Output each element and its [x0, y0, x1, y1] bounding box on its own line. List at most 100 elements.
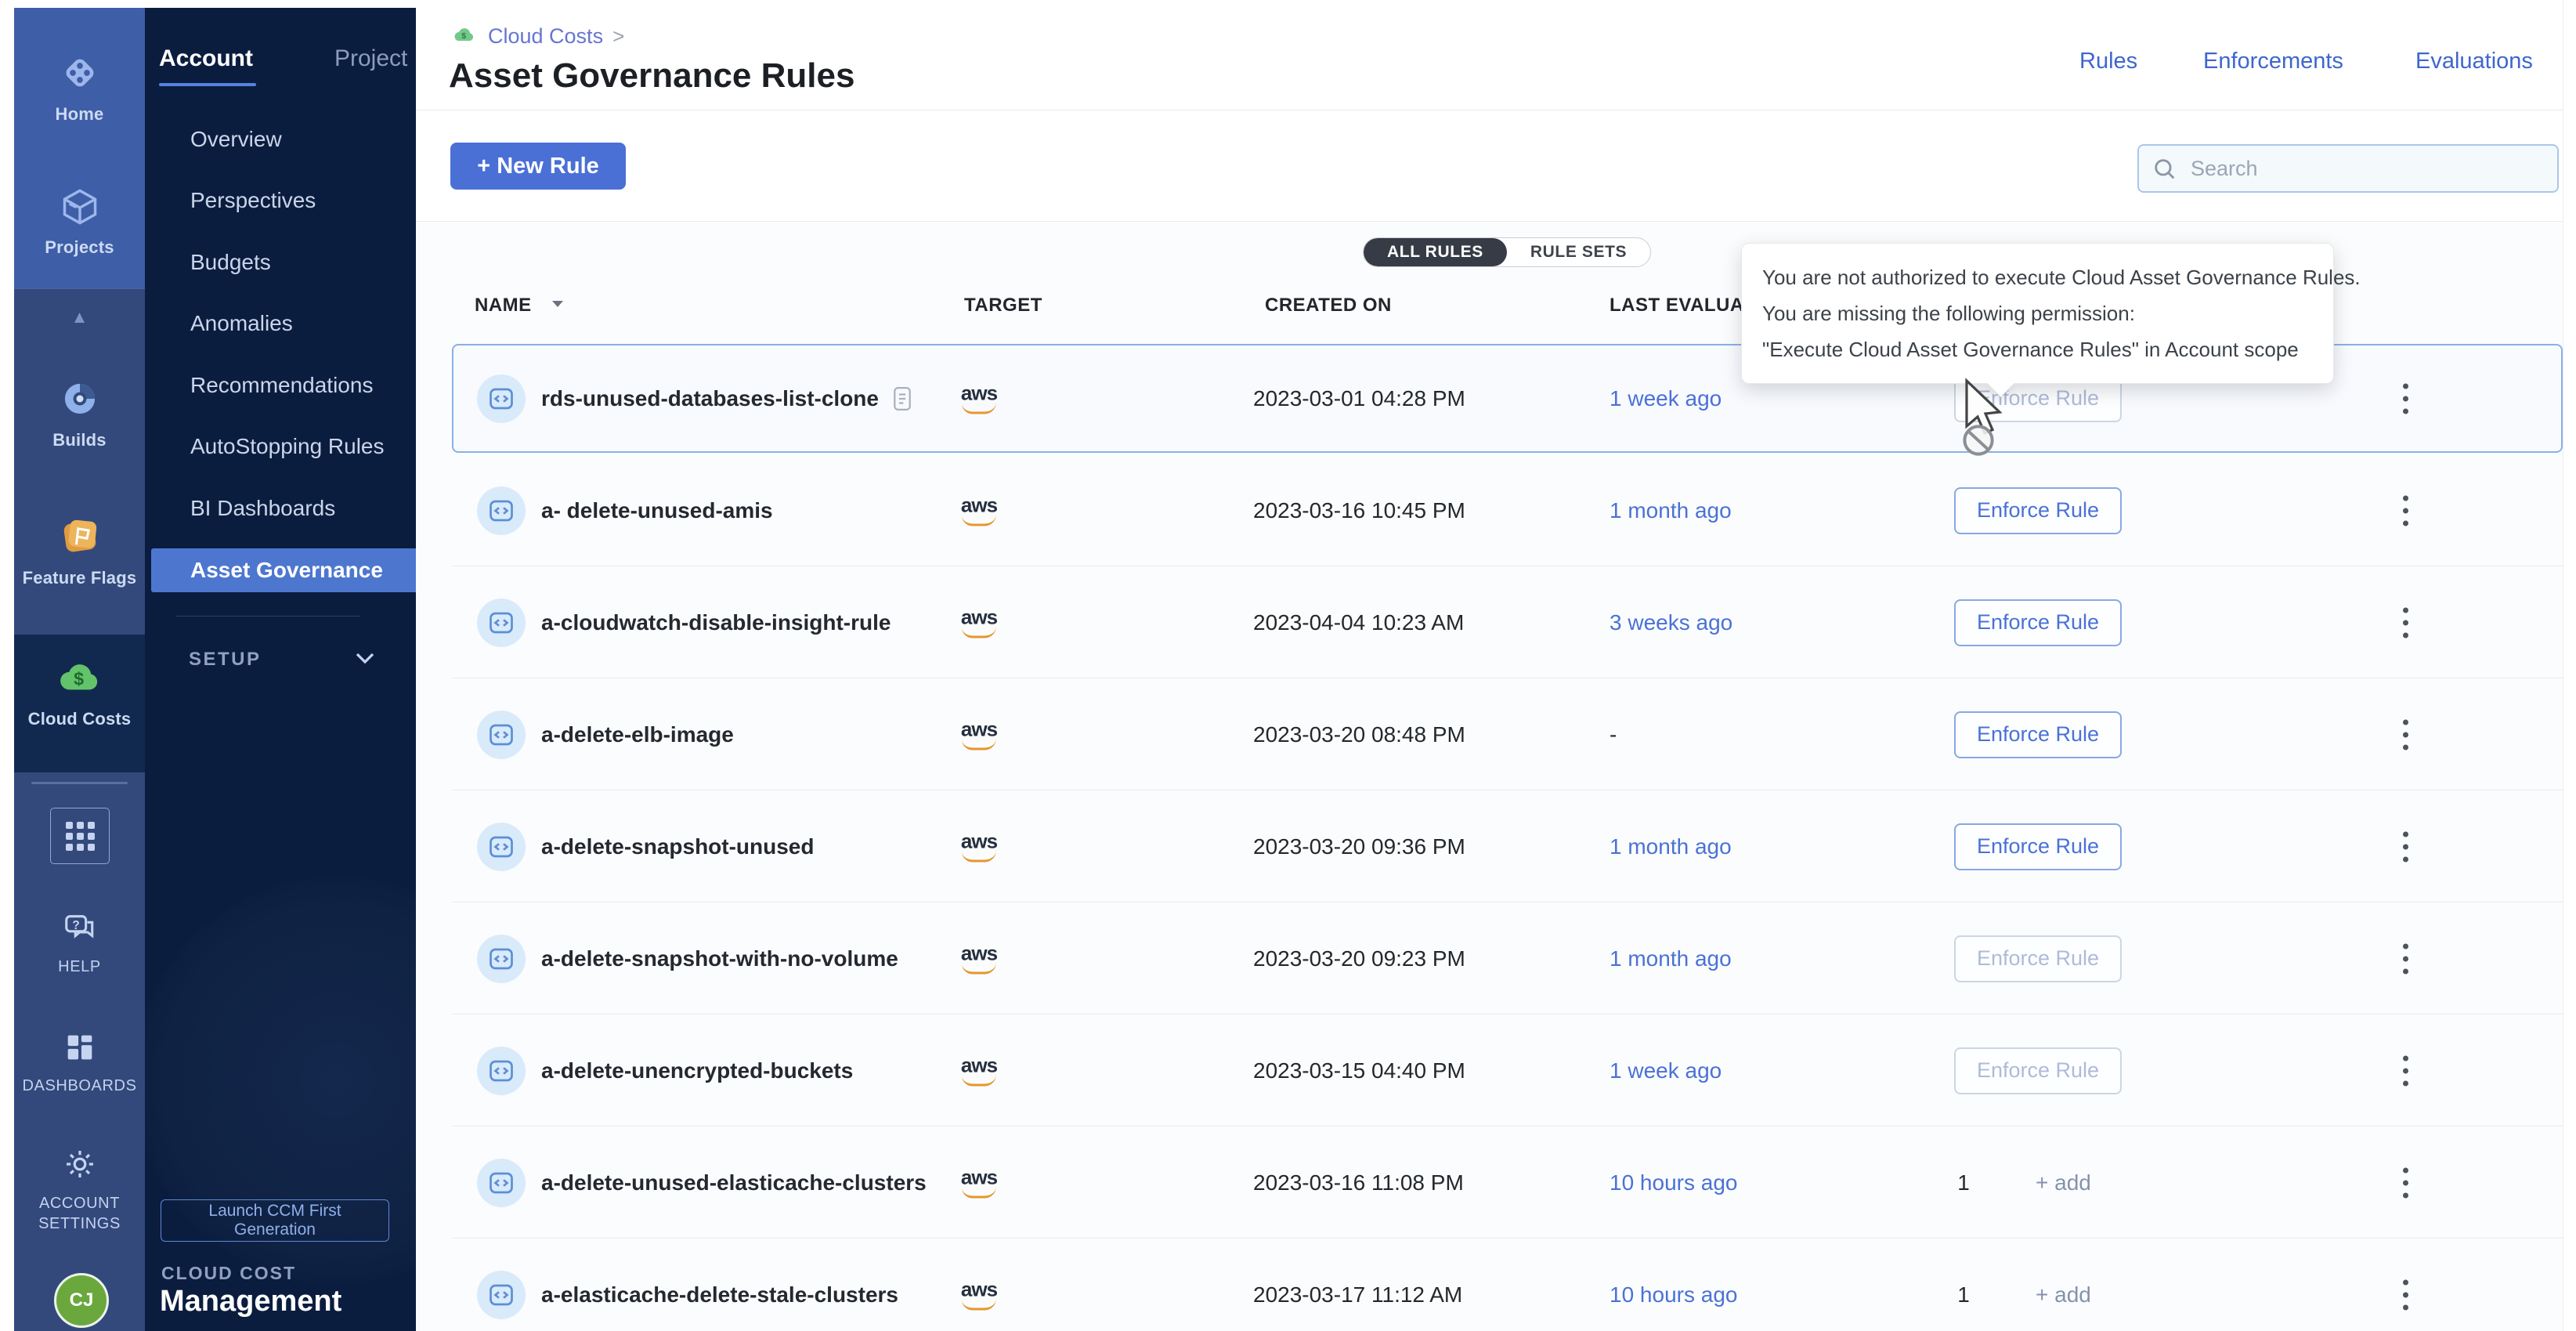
sidebar-item-recommendations[interactable]: Recommendations [145, 363, 416, 407]
enforce-rule-button[interactable]: Enforce Rule [1954, 599, 2122, 646]
setup-section-toggle[interactable]: SETUP [189, 649, 377, 671]
created-on-cell: 2023-03-01 04:28 PM [1253, 386, 1465, 411]
column-header-created-on[interactable]: CREATED ON [1265, 295, 1392, 316]
kebab-menu[interactable] [2390, 607, 2421, 638]
rule-name: a-delete-unused-elasticache-clusters [541, 1170, 927, 1195]
sort-caret-icon[interactable] [551, 298, 565, 309]
table-row[interactable]: a- delete-unused-amis aws 2023-03-16 10:… [416, 454, 2576, 566]
toolbar-divider [416, 221, 2576, 222]
last-evaluation-link[interactable]: 10 hours ago [1610, 1170, 1737, 1195]
aws-target-icon: aws [954, 943, 1004, 974]
created-on-cell: 2023-03-16 11:08 PM [1253, 1170, 1464, 1195]
rule-name: a-delete-unencrypted-buckets [541, 1058, 853, 1083]
enforce-rule-button[interactable]: Enforce Rule [1954, 711, 2122, 758]
search-input[interactable] [2137, 144, 2559, 193]
last-evaluation-link[interactable]: 1 week ago [1610, 386, 1722, 411]
breadcrumb-link-cloud-costs[interactable]: Cloud Costs [488, 24, 603, 49]
link-enforcements[interactable]: Enforcements [2203, 49, 2343, 74]
rail-item-builds[interactable]: Builds [14, 378, 145, 450]
launch-ccm-first-gen-button[interactable]: Launch CCM First Generation [161, 1199, 389, 1242]
rail-item-dashboards[interactable]: DASHBOARDS [14, 1029, 145, 1096]
sidebar-item-bi-dashboards[interactable]: BI Dashboards [145, 486, 416, 530]
rail-label: ACCOUNT SETTINGS [25, 1193, 135, 1234]
enforce-rule-button[interactable]: Enforce Rule [1954, 823, 2122, 870]
module-switcher-button[interactable] [50, 808, 110, 864]
table-row[interactable]: a-delete-snapshot-with-no-volume aws 202… [416, 902, 2576, 1015]
sidebar-item-budgets[interactable]: Budgets [145, 241, 416, 284]
sidebar-item-overview[interactable]: Overview [145, 118, 416, 161]
rule-icon [477, 374, 526, 423]
dashboards-grid-icon [62, 1029, 98, 1069]
page-title: Asset Governance Rules [449, 56, 854, 96]
kebab-menu[interactable] [2390, 1279, 2421, 1310]
rail-item-help[interactable]: ? HELP [14, 910, 145, 977]
tooltip-line: You are missing the following permission… [1762, 295, 2313, 331]
rule-icon [477, 711, 526, 759]
rules-table: rds-unused-databases-list-clone aws 2023… [416, 342, 2576, 1331]
svg-text:$: $ [461, 31, 466, 41]
link-evaluations[interactable]: Evaluations [2415, 49, 2533, 74]
rail-item-feature-flags[interactable]: Feature Flags [14, 515, 145, 588]
table-row[interactable]: a-delete-snapshot-unused aws 2023-03-20 … [416, 790, 2576, 902]
last-evaluation-link[interactable]: 3 weeks ago [1610, 610, 1732, 635]
breadcrumb: $ Cloud Costs > [450, 24, 624, 49]
aws-target-icon: aws [954, 831, 1004, 862]
last-evaluation-link[interactable]: 1 month ago [1610, 834, 1732, 859]
rail-label: DASHBOARDS [22, 1076, 136, 1096]
kebab-menu[interactable] [2390, 719, 2421, 750]
table-row[interactable]: a-delete-unused-elasticache-clusters aws… [416, 1127, 2576, 1239]
link-rules[interactable]: Rules [2079, 49, 2137, 74]
table-row[interactable]: a-cloudwatch-disable-insight-rule aws 20… [416, 566, 2576, 678]
column-header-name[interactable]: NAME [475, 295, 532, 316]
kebab-menu[interactable] [2390, 495, 2421, 526]
column-header-target[interactable]: TARGET [964, 295, 1042, 316]
last-evaluation-link[interactable]: 10 hours ago [1610, 1282, 1737, 1307]
help-chat-icon: ? [60, 910, 99, 950]
last-evaluation-link[interactable]: 1 month ago [1610, 946, 1732, 971]
enforce-rule-button[interactable]: Enforce Rule [1954, 487, 2122, 534]
sidebar-item-perspectives[interactable]: Perspectives [145, 179, 416, 222]
collapse-up-icon[interactable]: ▲ [14, 307, 145, 327]
rail-item-projects[interactable]: Projects [14, 186, 145, 258]
new-rule-button[interactable]: + New Rule [450, 143, 626, 190]
add-enforcement-link[interactable]: + add [2036, 1170, 2091, 1195]
tab-project[interactable]: Project [334, 45, 407, 72]
rail-item-home[interactable]: Home [14, 52, 145, 125]
rule-name: a-delete-snapshot-with-no-volume [541, 946, 898, 971]
breadcrumb-chevron-icon: > [612, 24, 624, 49]
sidebar-item-anomalies[interactable]: Anomalies [145, 302, 416, 345]
created-on-cell: 2023-03-20 09:36 PM [1253, 834, 1465, 859]
enforce-rule-button[interactable]: Enforce Rule [1954, 1047, 2122, 1094]
table-row[interactable]: a-delete-unencrypted-buckets aws 2023-03… [416, 1015, 2576, 1127]
last-evaluation-link[interactable]: 1 week ago [1610, 1058, 1722, 1083]
aws-target-icon: aws [954, 1279, 1004, 1310]
kebab-menu[interactable] [2390, 1167, 2421, 1198]
kebab-menu[interactable] [2390, 383, 2421, 414]
user-avatar[interactable]: CJ [54, 1273, 109, 1328]
tab-account[interactable]: Account [159, 45, 253, 72]
tooltip-line: "Execute Cloud Asset Governance Rules" i… [1762, 331, 2313, 367]
toggle-rule-sets[interactable]: RULE SETS [1507, 238, 1650, 266]
svg-text:$: $ [74, 668, 84, 689]
scrollbar-gutter[interactable] [2563, 0, 2576, 1331]
kebab-menu[interactable] [2390, 1055, 2421, 1086]
harness-logo-icon [59, 52, 101, 98]
kebab-menu[interactable] [2390, 831, 2421, 862]
svg-text:?: ? [72, 919, 79, 932]
rail-label: Home [56, 104, 104, 125]
add-enforcement-link[interactable]: + add [2036, 1282, 2091, 1307]
active-tab-underline [159, 83, 256, 86]
rail-item-cloud-costs[interactable]: $ Cloud Costs [14, 655, 145, 729]
sidebar-item-autostopping-rules[interactable]: AutoStopping Rules [145, 425, 416, 468]
copy-icon[interactable] [891, 385, 913, 413]
search-icon [2151, 156, 2178, 183]
table-row[interactable]: a-delete-elb-image aws 2023-03-20 08:48 … [416, 678, 2576, 790]
sidebar-item-asset-governance[interactable]: Asset Governance [151, 548, 416, 592]
toggle-all-rules[interactable]: ALL RULES [1364, 238, 1507, 266]
kebab-menu[interactable] [2390, 943, 2421, 974]
last-evaluation-link[interactable]: 1 month ago [1610, 498, 1732, 523]
rule-icon [477, 1159, 526, 1207]
enforce-rule-button[interactable]: Enforce Rule [1954, 935, 2122, 982]
table-row[interactable]: a-elasticache-delete-stale-clusters aws … [416, 1239, 2576, 1331]
rail-item-account-settings[interactable]: ACCOUNT SETTINGS [14, 1145, 145, 1234]
